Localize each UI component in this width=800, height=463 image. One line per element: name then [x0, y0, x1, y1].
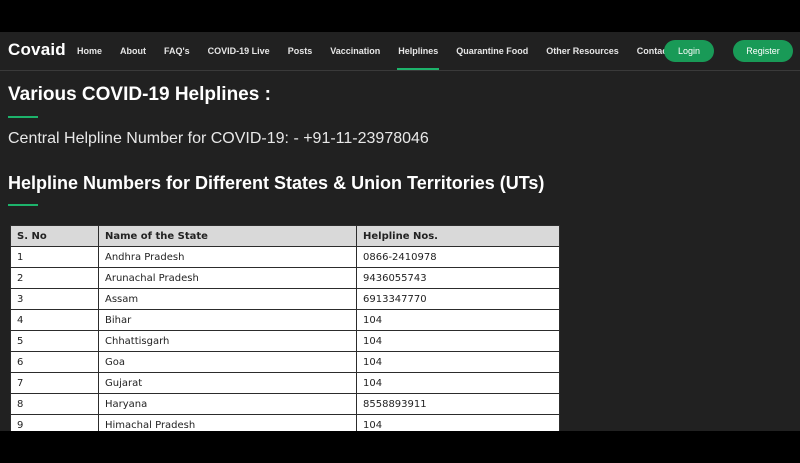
table-row: 5 Chhattisgarh 104 [10, 330, 560, 352]
nav-link-other-resources[interactable]: Other Resources [537, 32, 628, 70]
cell-helpline: 104 [356, 309, 560, 331]
nav-link-covid-live[interactable]: COVID-19 Live [199, 32, 279, 70]
cell-helpline: 6913347770 [356, 288, 560, 310]
cell-state: Andhra Pradesh [98, 246, 357, 268]
cell-state: Bihar [98, 309, 357, 331]
header-sno: S. No [10, 225, 99, 247]
cell-sno: 2 [10, 267, 99, 289]
nav-links: Home About FAQ's COVID-19 Live Posts Vac… [68, 32, 679, 70]
nav-link-about[interactable]: About [111, 32, 155, 70]
table-row: 7 Gujarat 104 [10, 372, 560, 394]
cell-helpline: 8558893911 [356, 393, 560, 415]
cell-sno: 1 [10, 246, 99, 268]
cell-sno: 6 [10, 351, 99, 373]
states-section-title: Helpline Numbers for Different States & … [8, 173, 545, 193]
login-button[interactable]: Login [664, 40, 714, 62]
table-header-row: S. No Name of the State Helpline Nos. [10, 225, 560, 247]
cell-state: Himachal Pradesh [98, 414, 357, 431]
cell-state: Goa [98, 351, 357, 373]
nav-link-home[interactable]: Home [68, 32, 111, 70]
table-row: 6 Goa 104 [10, 351, 560, 373]
header-helpline: Helpline Nos. [356, 225, 560, 247]
cell-sno: 8 [10, 393, 99, 415]
cell-sno: 5 [10, 330, 99, 352]
cell-state: Arunachal Pradesh [98, 267, 357, 289]
cell-sno: 3 [10, 288, 99, 310]
table-row: 8 Haryana 8558893911 [10, 393, 560, 415]
cell-state: Chhattisgarh [98, 330, 357, 352]
brand-logo[interactable]: Covaid [8, 40, 66, 60]
cell-helpline: 0866-2410978 [356, 246, 560, 268]
nav-link-vaccination[interactable]: Vaccination [321, 32, 389, 70]
cell-helpline: 104 [356, 330, 560, 352]
cell-helpline: 9436055743 [356, 267, 560, 289]
cell-state: Gujarat [98, 372, 357, 394]
cell-state: Assam [98, 288, 357, 310]
header-state: Name of the State [98, 225, 357, 247]
helpline-table: S. No Name of the State Helpline Nos. 1 … [10, 225, 560, 431]
cell-sno: 4 [10, 309, 99, 331]
cell-helpline: 104 [356, 372, 560, 394]
cell-helpline: 104 [356, 351, 560, 373]
table-row: 1 Andhra Pradesh 0866-2410978 [10, 246, 560, 268]
navbar: Covaid Home About FAQ's COVID-19 Live Po… [0, 32, 800, 71]
nav-link-quarantine-food[interactable]: Quarantine Food [447, 32, 537, 70]
nav-link-faqs[interactable]: FAQ's [155, 32, 199, 70]
nav-link-posts[interactable]: Posts [279, 32, 322, 70]
table-row: 3 Assam 6913347770 [10, 288, 560, 310]
cell-state: Haryana [98, 393, 357, 415]
section-underline [8, 204, 38, 206]
register-button[interactable]: Register [733, 40, 793, 62]
nav-link-helplines[interactable]: Helplines [389, 32, 447, 70]
cell-helpline: 104 [356, 414, 560, 431]
table-row: 2 Arunachal Pradesh 9436055743 [10, 267, 560, 289]
cell-sno: 9 [10, 414, 99, 431]
page-title: Various COVID-19 Helplines : [8, 84, 271, 105]
cell-sno: 7 [10, 372, 99, 394]
table-row: 9 Himachal Pradesh 104 [10, 414, 560, 431]
table-row: 4 Bihar 104 [10, 309, 560, 331]
page: Covaid Home About FAQ's COVID-19 Live Po… [0, 32, 800, 431]
title-underline [8, 116, 38, 118]
central-helpline-text: Central Helpline Number for COVID-19: - … [8, 130, 429, 147]
